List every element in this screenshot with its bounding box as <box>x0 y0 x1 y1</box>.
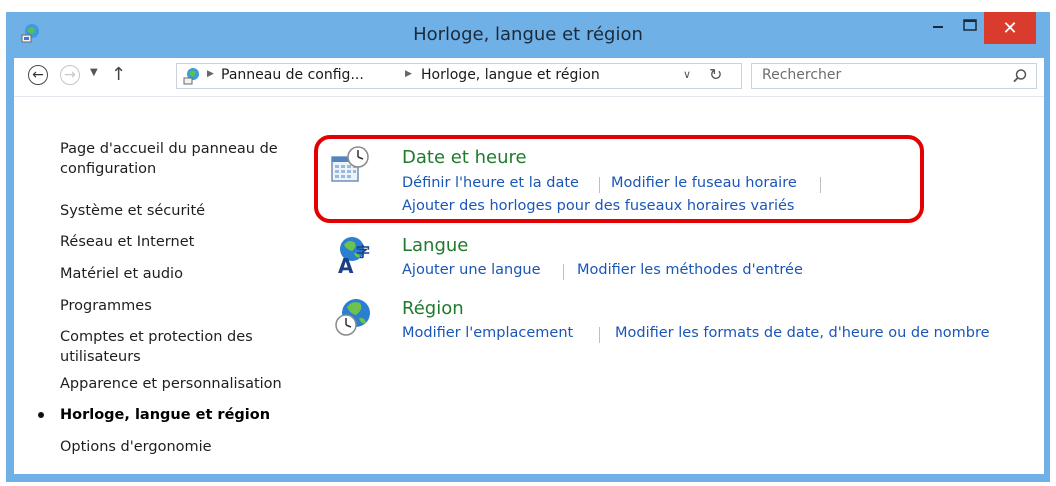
link-change-formats[interactable]: Modifier les formats de date, d'heure ou… <box>615 325 990 341</box>
breadcrumb-item-control-panel[interactable]: Panneau de config... <box>221 67 364 83</box>
back-arrow-icon[interactable]: ← <box>28 65 48 85</box>
link-change-location[interactable]: Modifier l'emplacement <box>402 325 573 341</box>
language-globe-icon[interactable]: A 字 <box>334 235 374 275</box>
sidebar-item-clock-language-region[interactable]: Horloge, langue et région <box>60 405 300 425</box>
date-time-highlight-outline <box>314 135 924 223</box>
svg-text:字: 字 <box>356 244 370 261</box>
globe-clock-icon[interactable] <box>334 297 374 337</box>
link-separator <box>563 264 564 280</box>
search-input[interactable]: Rechercher <box>751 63 1037 89</box>
link-separator <box>599 327 600 343</box>
forward-arrow-icon[interactable]: → <box>60 65 80 85</box>
minimize-icon[interactable] <box>924 12 952 42</box>
sidebar-item-system-security[interactable]: Système et sécurité <box>60 201 300 221</box>
category-title-language[interactable]: Langue <box>402 235 468 256</box>
link-add-language[interactable]: Ajouter une langue <box>402 262 541 278</box>
breadcrumb-item-clock-language-region[interactable]: Horloge, langue et région <box>421 67 600 83</box>
category-title-region[interactable]: Région <box>402 298 464 319</box>
svg-text:A: A <box>338 254 354 275</box>
control-panel-icon <box>183 68 199 85</box>
refresh-icon[interactable]: ↻ <box>709 65 722 84</box>
link-change-input-methods[interactable]: Modifier les méthodes d'entrée <box>577 262 803 278</box>
address-bar[interactable]: ▶ Panneau de config... ▶ Horloge, langue… <box>176 63 742 89</box>
navigation-bar: ← → ▼ ↑ ▶ Panneau de config... ▶ Horloge… <box>14 58 1044 97</box>
address-dropdown-chevron-icon[interactable]: ∨ <box>683 68 691 81</box>
breadcrumb-separator-icon[interactable]: ▶ <box>207 69 214 79</box>
sidebar-item-appearance[interactable]: Apparence et personnalisation <box>60 374 300 394</box>
control-panel-window: Horloge, langue et région ✕ ← → ▼ ↑ ▶ Pa… <box>6 12 1050 482</box>
close-icon[interactable]: ✕ <box>984 12 1036 44</box>
sidebar-item-hardware-sound[interactable]: Matériel et audio <box>60 264 300 284</box>
current-item-bullet <box>38 412 44 418</box>
sidebar-item-network-internet[interactable]: Réseau et Internet <box>60 232 300 252</box>
search-icon[interactable] <box>1012 68 1028 84</box>
breadcrumb-separator-icon[interactable]: ▶ <box>405 69 412 79</box>
up-arrow-icon[interactable]: ↑ <box>111 64 126 85</box>
maximize-icon[interactable] <box>956 12 984 42</box>
content-area: Page d'accueil du panneau de configurati… <box>14 97 1044 474</box>
window-title: Horloge, langue et région <box>413 24 643 45</box>
sidebar-item-user-accounts[interactable]: Comptes et protection des utilisateurs <box>60 327 270 367</box>
sidebar-item-ease-of-access[interactable]: Options d'ergonomie <box>60 437 300 457</box>
title-bar[interactable]: Horloge, langue et région ✕ <box>6 12 1050 58</box>
sidebar-item-control-panel-home[interactable]: Page d'accueil du panneau de configurati… <box>60 139 300 179</box>
search-placeholder: Rechercher <box>762 67 842 83</box>
recent-locations-chevron-icon[interactable]: ▼ <box>90 67 98 78</box>
sidebar-item-programs[interactable]: Programmes <box>60 296 300 316</box>
